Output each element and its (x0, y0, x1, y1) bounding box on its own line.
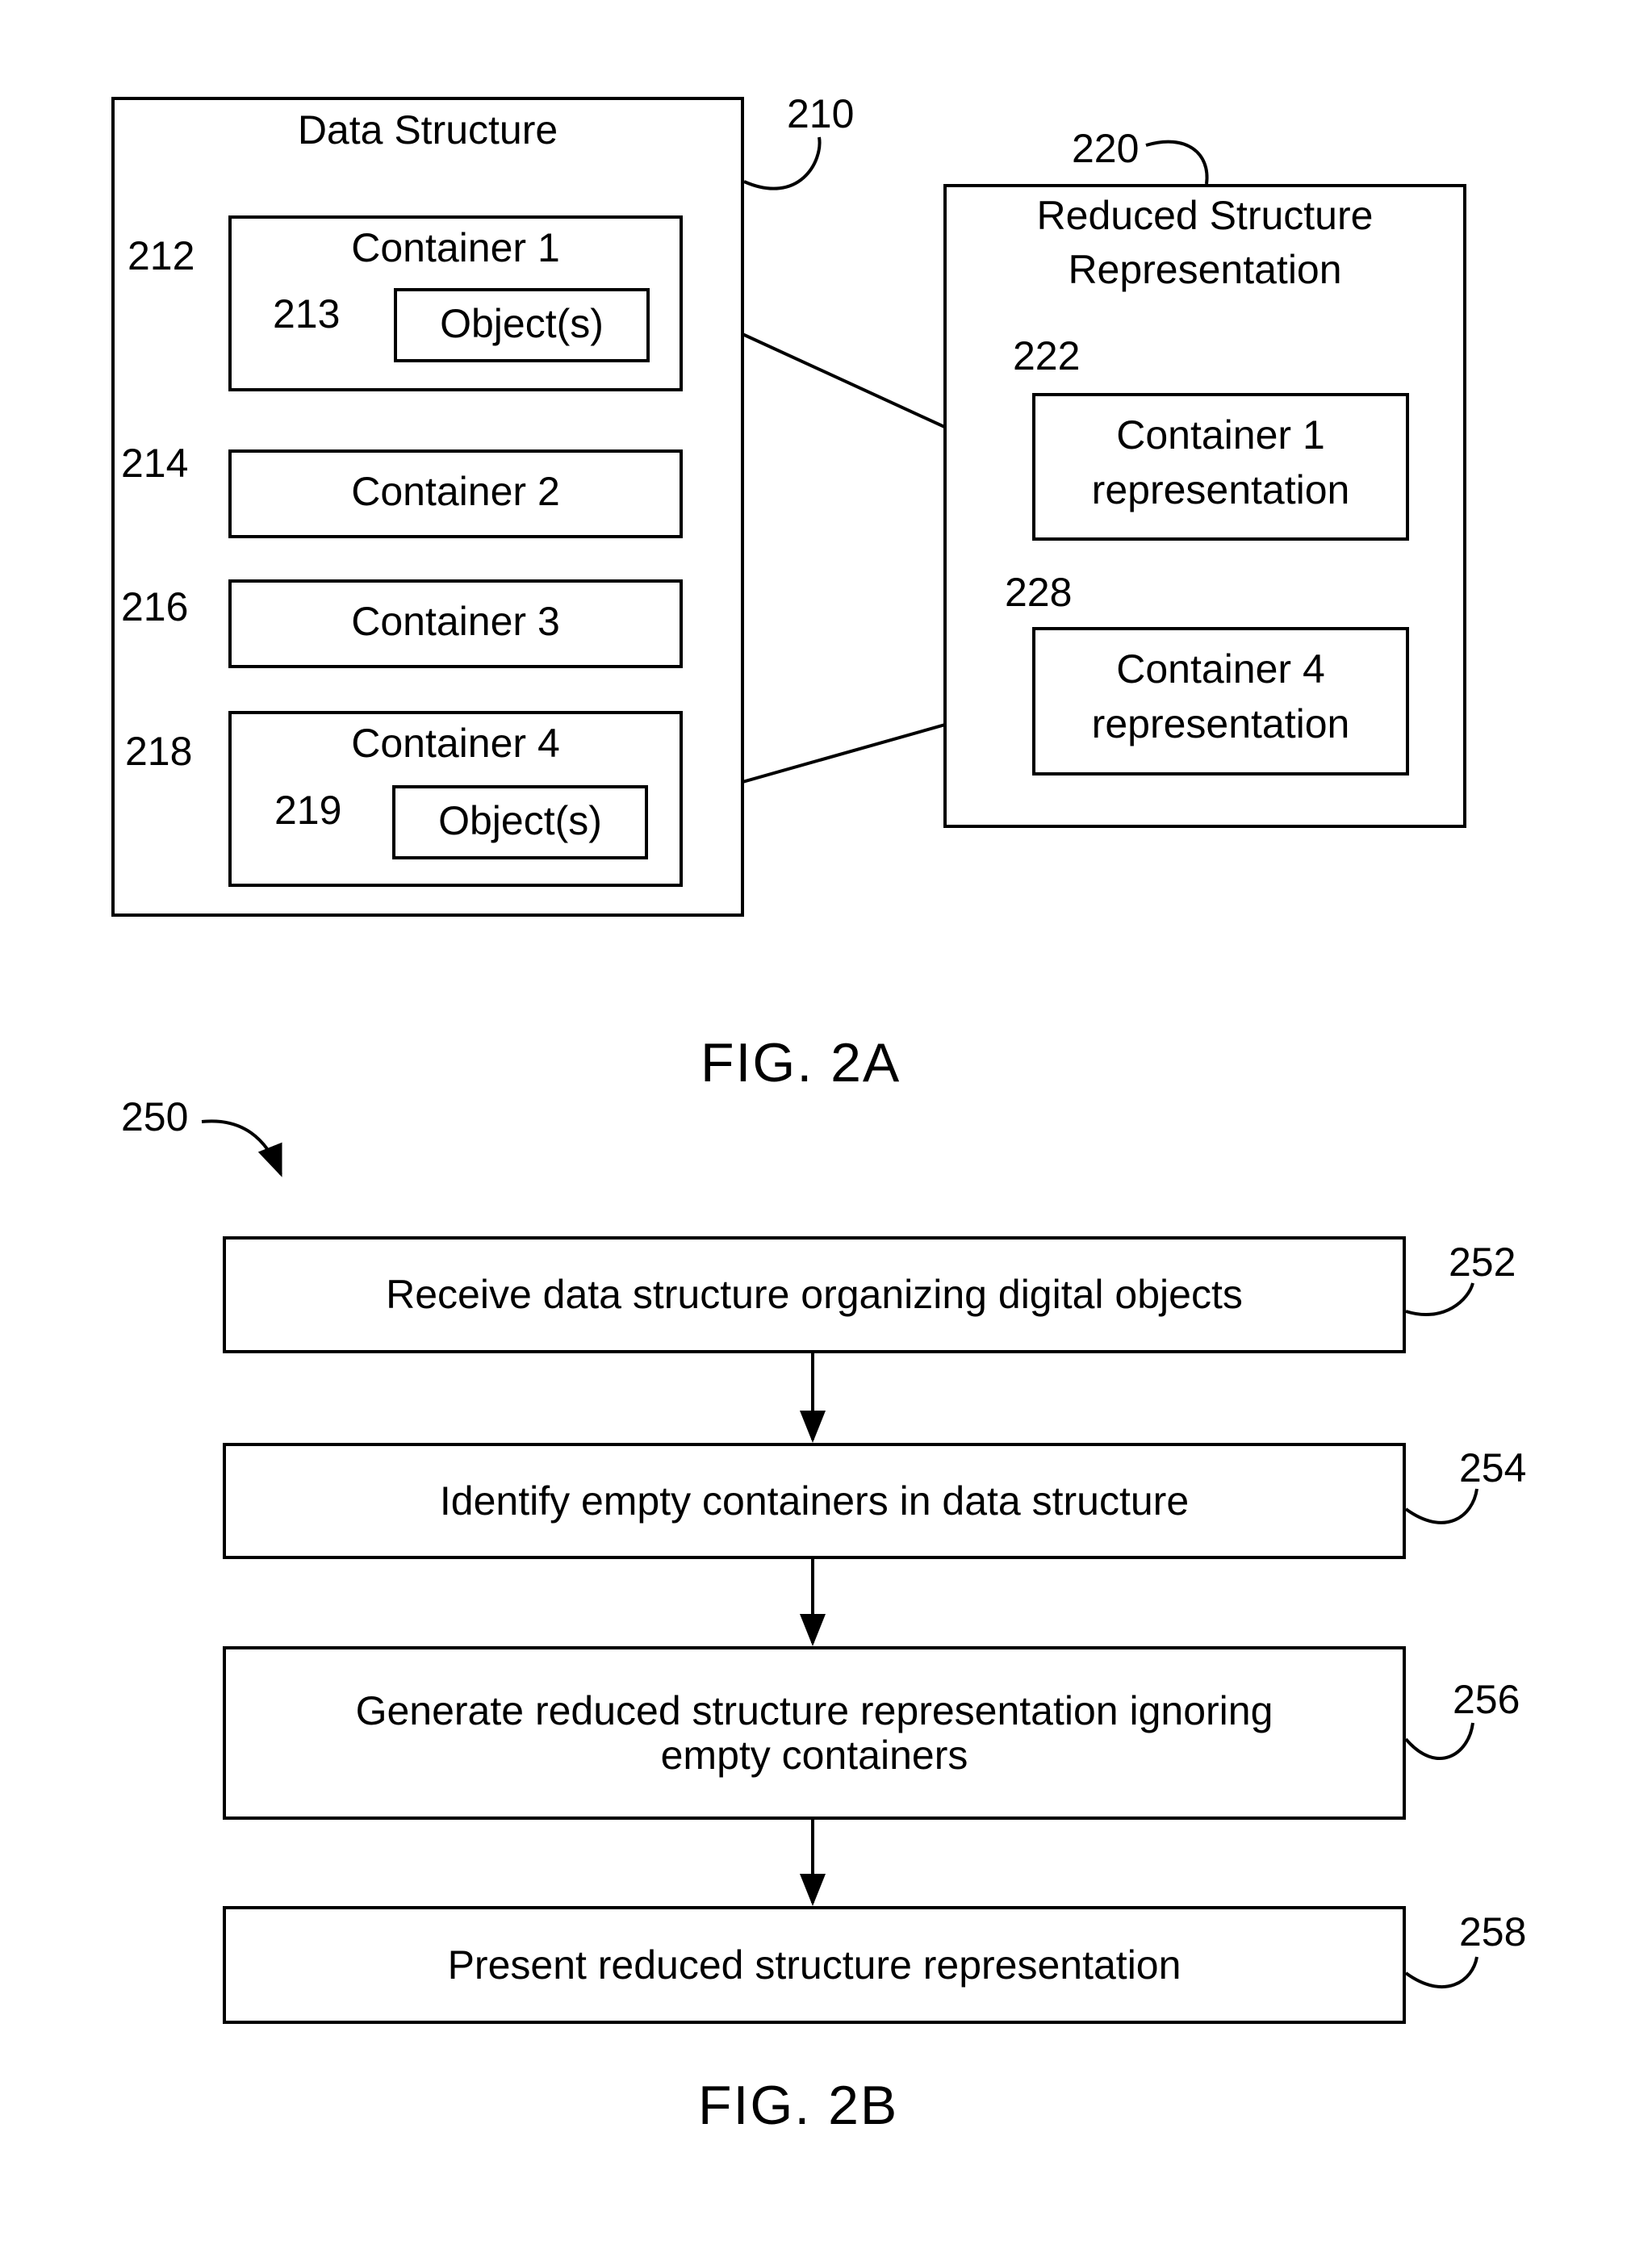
ref-214: 214 (121, 441, 189, 486)
ref-250: 250 (121, 1094, 189, 1139)
ref-258: 258 (1459, 1909, 1527, 1954)
step-256: Generate reduced structure representatio… (223, 1646, 1406, 1820)
ref-220: 220 (1072, 126, 1140, 171)
fig-2a-caption: FIG. 2A (701, 1032, 901, 1093)
ref-210: 210 (787, 91, 855, 136)
leader-254 (1404, 1488, 1478, 1524)
container-1-rep-line1: Container 1 (1116, 412, 1325, 458)
ref-218: 218 (125, 729, 193, 774)
ref-252: 252 (1449, 1240, 1516, 1285)
step-258: Present reduced structure representation (223, 1906, 1406, 2024)
reduced-structure-title-line1: Reduced Structure (1036, 193, 1374, 238)
fig-2b-caption: FIG. 2B (698, 2075, 899, 2136)
step-252: Receive data structure organizing digita… (223, 1236, 1406, 1353)
leader-256 (1404, 1722, 1474, 1760)
leader-210 (743, 136, 822, 190)
ref-228: 228 (1005, 570, 1073, 615)
container-4-label: Container 4 (351, 721, 560, 766)
ref-254: 254 (1459, 1445, 1527, 1490)
container-2-label: Container 2 (351, 469, 560, 514)
leader-258 (1404, 1956, 1478, 1989)
reduced-structure-title-line2: Representation (1068, 247, 1342, 292)
step-254-text: Identify empty containers in data struct… (439, 1478, 1190, 1524)
ref-216: 216 (121, 584, 189, 629)
container-1-label: Container 1 (351, 225, 560, 270)
ref-212: 212 (128, 233, 195, 278)
leader-220 (1145, 140, 1209, 185)
container-3-label: Container 3 (351, 599, 560, 644)
container-1-objects-label: Object(s) (440, 301, 604, 346)
container-4-rep-line2: representation (1091, 701, 1350, 746)
container-4-objects-label: Object(s) (438, 798, 602, 843)
ref-256: 256 (1453, 1677, 1520, 1722)
container-1-rep-line2: representation (1091, 467, 1350, 512)
arrow-250 (201, 1119, 282, 1177)
step-258-text: Present reduced structure representation (447, 1942, 1181, 1988)
ref-213: 213 (273, 291, 341, 337)
container-4-rep-line1: Container 4 (1116, 646, 1325, 692)
step-254: Identify empty containers in data struct… (223, 1443, 1406, 1559)
ref-222: 222 (1013, 333, 1081, 378)
data-structure-title: Data Structure (297, 107, 558, 153)
step-256-text-line2: empty containers (660, 1732, 968, 1778)
step-252-text: Receive data structure organizing digita… (386, 1272, 1243, 1317)
step-256-text-line1: Generate reduced structure representatio… (355, 1687, 1274, 1733)
leader-252 (1405, 1282, 1474, 1317)
ref-219: 219 (274, 788, 342, 833)
